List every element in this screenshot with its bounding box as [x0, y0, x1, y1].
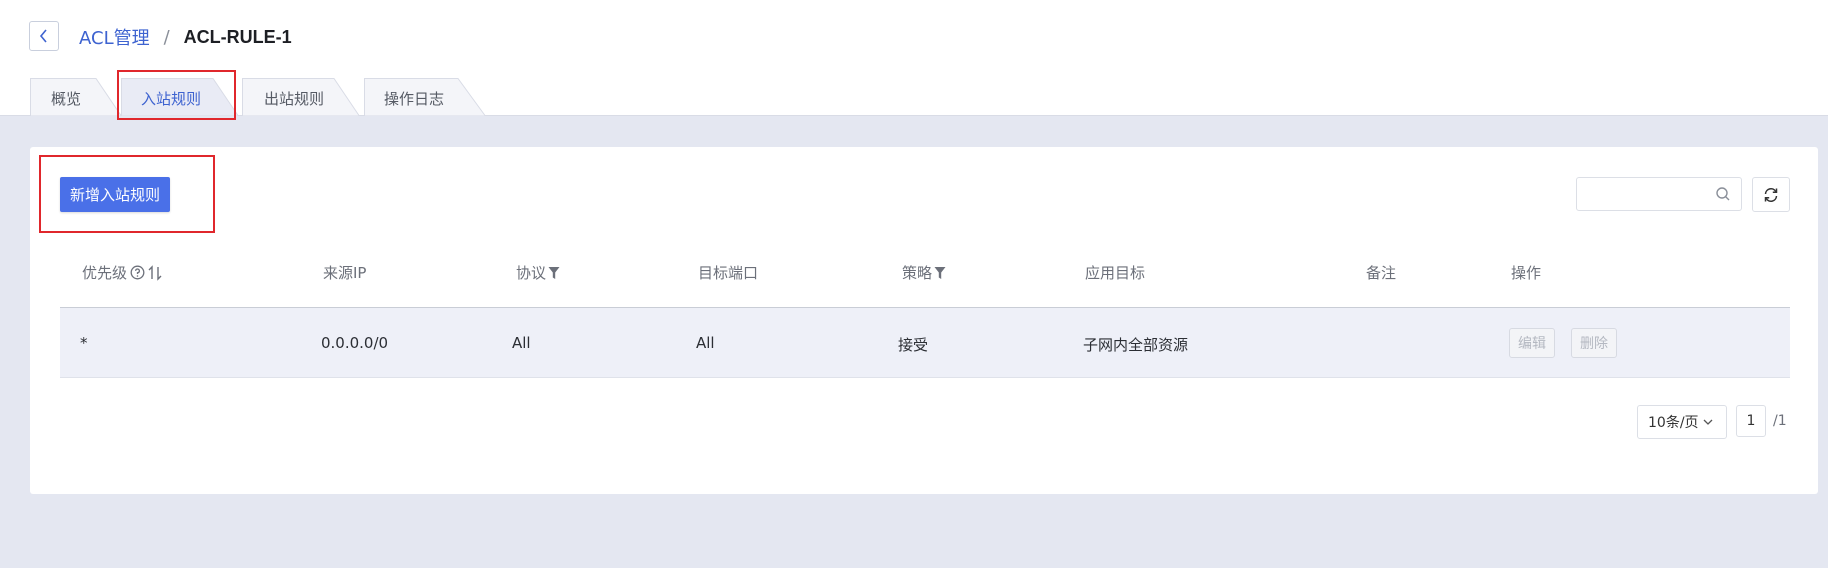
edit-button[interactable]: 编辑 [1509, 328, 1555, 358]
search-box [1576, 177, 1742, 211]
chevron-down-icon [1703, 419, 1712, 425]
tab-label: 出站规则 [264, 90, 325, 108]
page-total: /1 [1773, 413, 1787, 429]
tab-label: 操作日志 [384, 90, 445, 108]
table-header: 优先级 来源IP 协议 目标端口 策略 应用目标 备注 操作 [60, 250, 1790, 308]
delete-button[interactable]: 删除 [1571, 328, 1617, 358]
page-size-select[interactable]: 10条/页 [1637, 405, 1727, 439]
cell-protocol: All [512, 334, 531, 352]
column-header-actions: 操作 [1511, 264, 1542, 282]
tab-label: 概览 [51, 90, 82, 108]
filter-icon[interactable] [548, 266, 560, 280]
breadcrumb-separator: / [163, 26, 170, 48]
page-number-input[interactable]: 1 [1736, 405, 1766, 437]
sort-icon[interactable] [147, 264, 163, 281]
chevron-left-icon [39, 29, 47, 43]
page-title: ACL-RULE-1 [183, 26, 292, 47]
filter-icon[interactable] [934, 266, 946, 280]
column-header-priority: 优先级 [82, 262, 163, 283]
cell-source-ip: 0.0.0.0/0 [321, 334, 389, 352]
column-header-protocol: 协议 [516, 262, 560, 283]
breadcrumb: ACL管理 / ACL-RULE-1 [79, 24, 292, 50]
help-circle-icon[interactable] [130, 265, 145, 280]
page-header: ACL管理 / ACL-RULE-1 概览 入站规则 出站规则 操作日志 [0, 0, 1828, 116]
search-input[interactable] [1577, 178, 1707, 210]
cell-priority: * [80, 334, 88, 352]
add-button-highlight-box [39, 155, 215, 233]
refresh-button[interactable] [1752, 177, 1790, 212]
cell-policy: 接受 [898, 336, 929, 354]
refresh-icon [1764, 187, 1778, 202]
search-icon[interactable] [1715, 186, 1731, 202]
back-button[interactable] [29, 21, 59, 51]
column-header-source-ip: 来源IP [323, 264, 367, 282]
cell-target-port: All [696, 334, 715, 352]
column-header-apply-target: 应用目标 [1085, 264, 1146, 282]
tab-highlight-box [117, 70, 236, 120]
cell-apply-target: 子网内全部资源 [1083, 336, 1189, 354]
breadcrumb-acl-link[interactable]: ACL管理 [79, 24, 150, 50]
column-header-target-port: 目标端口 [698, 264, 759, 282]
table-row: * 0.0.0.0/0 All All 接受 子网内全部资源 编辑 删除 [60, 308, 1790, 378]
column-header-policy: 策略 [902, 262, 946, 283]
column-header-remark: 备注 [1366, 264, 1397, 282]
